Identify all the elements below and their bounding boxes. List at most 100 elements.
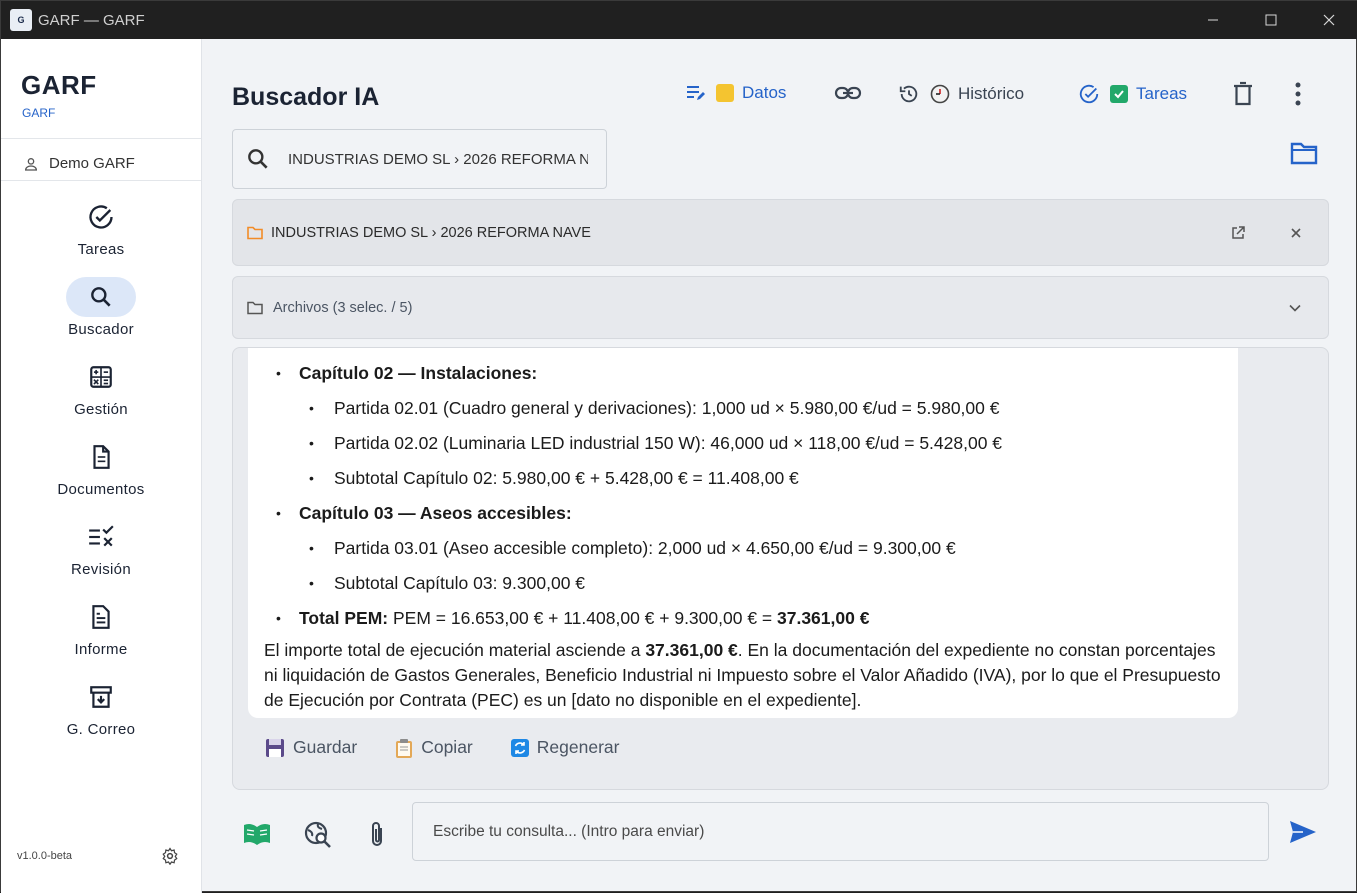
app-window: G GARF — GARF GARF GARF Demo GARF Tareas… [0, 0, 1357, 893]
close-icon [1323, 14, 1335, 26]
trash-icon [1234, 81, 1252, 106]
files-label: Archivos (3 selec. / 5) [273, 299, 413, 316]
minimize-icon [1208, 19, 1218, 21]
query-input[interactable] [413, 803, 1268, 860]
open-folder-button[interactable] [1290, 141, 1318, 170]
tareas-button[interactable]: Tareas [1078, 83, 1187, 105]
context-path: INDUSTRIAS DEMO SL › 2026 REFORMA NAVE [271, 224, 591, 241]
maximize-icon [1265, 14, 1277, 26]
nav-pill [66, 197, 136, 237]
context-bar: INDUSTRIAS DEMO SL › 2026 REFORMA NAVE [232, 199, 1329, 266]
document-icon [93, 445, 110, 469]
datos-label: Datos [742, 83, 787, 102]
chevron-down-icon [1289, 304, 1301, 312]
query-field[interactable] [412, 802, 1269, 861]
nav-label: Buscador [68, 321, 134, 338]
check-circle-icon [1079, 84, 1099, 104]
user-profile[interactable]: Demo GARF [23, 155, 135, 172]
open-book-icon [244, 823, 270, 845]
checkbox-emoji-icon [1110, 85, 1128, 103]
search-input[interactable] [288, 150, 588, 168]
app-logo-icon: G [10, 9, 32, 31]
divider [1, 180, 201, 181]
datos-button[interactable]: Datos [686, 83, 786, 103]
person-icon [24, 157, 38, 171]
folder-icon [247, 226, 263, 239]
search-icon [91, 287, 111, 307]
copy-button[interactable]: Copiar [395, 737, 473, 758]
nav-item-correo[interactable]: G. Correo [1, 665, 201, 745]
paperclip-icon [372, 822, 382, 846]
nav-item-tareas[interactable]: Tareas [1, 185, 201, 265]
link-button[interactable] [834, 81, 862, 110]
settings-button[interactable] [161, 847, 179, 870]
list-item: Partida 02.02 (Luminaria LED industrial … [264, 426, 1222, 461]
refresh-icon [510, 738, 529, 757]
answer-bubble: Capítulo 02 — Instalaciones: Partida 02.… [248, 348, 1238, 718]
maximize-button[interactable] [1242, 1, 1300, 39]
nav-pill [66, 277, 136, 317]
nav-label: Gestión [74, 401, 128, 418]
list-item: Capítulo 02 — Instalaciones: [264, 356, 1222, 391]
nav-pill [66, 517, 136, 557]
nav-item-revision[interactable]: Revisión [1, 505, 201, 585]
nav-label: Informe [74, 641, 128, 658]
knowledge-base-button[interactable] [242, 821, 272, 852]
title-bar: G GARF — GARF [1, 1, 1357, 39]
nav-pill [66, 677, 136, 717]
divider [1, 138, 201, 139]
sidebar: GARF GARF Demo GARF Tareas Buscador Gest… [1, 39, 202, 893]
delete-button[interactable] [1232, 81, 1254, 112]
folder-icon [247, 301, 263, 314]
archive-icon [90, 686, 112, 708]
history-icon [899, 85, 918, 103]
brand-title: GARF [21, 70, 97, 100]
more-vertical-icon [1295, 82, 1301, 106]
nav-item-informe[interactable]: Informe [1, 585, 201, 665]
answer-actions: Guardar Copiar Regenerar [265, 737, 657, 758]
send-button[interactable] [1289, 820, 1317, 849]
list-item: Partida 03.01 (Aseo accesible completo):… [264, 531, 1222, 566]
window-title: GARF — GARF [38, 11, 145, 29]
web-search-button[interactable] [304, 821, 332, 854]
clipboard-icon [396, 738, 413, 758]
page-title: Buscador IA [232, 83, 380, 111]
list-item: Total PEM: PEM = 16.653,00 € + 11.408,00… [264, 601, 1222, 636]
calculator-icon [90, 366, 112, 388]
nav-label: Documentos [57, 481, 145, 498]
check-circle-icon [89, 205, 113, 229]
folder-icon [1290, 142, 1318, 165]
app-version: v1.0.0-beta [17, 850, 73, 862]
list-item: Subtotal Capítulo 03: 9.300,00 € [264, 566, 1222, 601]
save-button[interactable]: Guardar [265, 737, 357, 758]
search-field[interactable] [232, 129, 607, 189]
clock-emoji-icon [930, 84, 950, 104]
nav-label: Revisión [71, 561, 131, 578]
more-options-button[interactable] [1294, 81, 1302, 112]
list-item: Subtotal Capítulo 02: 5.980,00 € + 5.428… [264, 461, 1222, 496]
composer [232, 799, 1332, 869]
close-window-button[interactable] [1300, 1, 1357, 39]
historico-label: Histórico [958, 84, 1025, 103]
chat-panel: Capítulo 02 — Instalaciones: Partida 02.… [232, 347, 1329, 790]
user-name: Demo GARF [49, 155, 135, 172]
regenerate-button[interactable]: Regenerar [510, 737, 619, 758]
nav-label: Tareas [77, 241, 125, 258]
window-controls [1184, 1, 1357, 39]
answer-paragraph: El importe total de ejecución material a… [264, 640, 1221, 710]
checklist-icon [89, 525, 114, 547]
list-item: Partida 02.01 (Cuadro general y derivaci… [264, 391, 1222, 426]
attach-button[interactable] [368, 821, 386, 854]
nav-item-buscador[interactable]: Buscador [1, 265, 201, 345]
files-accordion[interactable]: Archivos (3 selec. / 5) [232, 276, 1329, 339]
nav-item-gestion[interactable]: Gestión [1, 345, 201, 425]
search-icon [248, 149, 268, 169]
close-context-icon[interactable] [1290, 227, 1302, 239]
nav-pill [66, 437, 136, 477]
floppy-disk-icon [266, 738, 284, 757]
tareas-label: Tareas [1136, 84, 1188, 103]
open-external-icon[interactable] [1231, 225, 1245, 240]
nav-item-documentos[interactable]: Documentos [1, 425, 201, 505]
minimize-button[interactable] [1184, 1, 1242, 39]
historico-button[interactable]: Histórico [898, 83, 1024, 105]
